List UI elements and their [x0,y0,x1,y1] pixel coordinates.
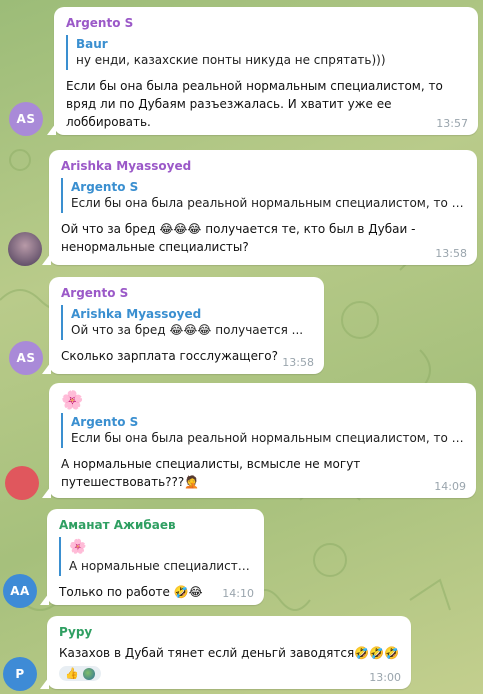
message-time: 13:58 [435,247,467,260]
message-text: Сколько зарплата госслужащего? [61,349,278,363]
reactor-avatar [82,667,95,680]
avatar-initials: AA [10,584,30,598]
message-sender[interactable]: Arishka Myassoyed [61,158,465,174]
avatar[interactable]: AA [3,574,37,608]
reply-sender: Argento S [71,180,139,194]
message-text: Если бы она была реальной нормальным спе… [66,79,443,129]
message-bubble[interactable]: Argento S Arishka Myassoyed Ой что за бр… [42,277,324,374]
avatar[interactable]: AS [9,102,43,136]
reply-sender: Baur [76,37,108,51]
message-bubble[interactable]: Аманат Ажибаев 🌸 А нормальные специалист… [40,509,264,605]
reply-quote[interactable]: Baur ну енди, казахские понты никуда не … [66,35,466,70]
message-text: Ой что за бред 😂😂😂 получается те, кто бы… [61,222,416,254]
message-sender[interactable]: 🌸 [61,391,464,411]
avatar-initials: P [15,667,25,681]
message-time: 13:00 [369,671,401,684]
message-text: А нормальные специалисты, всмысле не мог… [61,457,361,489]
avatar-initials: AS [16,112,36,126]
message-text: Казахов в Дубай тянет еслй деньгй заводя… [59,646,399,660]
message-time: 13:57 [436,117,468,130]
message-sender[interactable]: Аманат Ажибаев [59,517,252,533]
reaction-pill[interactable]: 👍 [59,666,101,681]
reply-text: А нормальные специалисты... [69,559,252,573]
message-time: 13:58 [282,356,314,369]
reply-text: Если бы она была реальной нормальным спе… [71,431,464,445]
reply-quote[interactable]: Argento S Если бы она была реальной норм… [61,413,464,448]
avatar[interactable]: AS [9,341,43,375]
thumbs-up-icon: 👍 [65,667,79,680]
avatar[interactable]: P [3,657,37,691]
message-bubble[interactable]: Argento S Baur ну енди, казахские понты … [47,7,478,135]
avatar[interactable] [8,232,42,266]
reply-sender: Arishka Myassoyed [71,307,202,321]
reply-quote[interactable]: Argento S Если бы она была реальной норм… [61,178,465,213]
message-bubble[interactable]: Arishka Myassoyed Argento S Если бы она … [42,150,477,265]
reply-quote[interactable]: Arishka Myassoyed Ой что за бред 😂😂😂 пол… [61,305,312,340]
reply-sender: Argento S [71,415,139,429]
message-time: 14:10 [222,587,254,600]
reply-text: ну енди, казахские понты никуда не спрят… [76,53,386,67]
message-bubble[interactable]: Pypy Казахов в Дубай тянет еслй деньгй з… [40,616,411,689]
reply-sender: 🌸 [69,539,87,555]
message-sender[interactable]: Argento S [61,285,312,301]
message-sender[interactable]: Pypy [59,624,399,640]
reply-text: Ой что за бред 😂😂😂 получается ... [71,323,304,337]
avatar[interactable] [5,466,39,500]
avatar-initials: AS [16,351,36,365]
message-sender[interactable]: Argento S [66,15,466,31]
message-bubble[interactable]: 🌸 Argento S Если бы она была реальной но… [42,383,476,498]
message-time: 14:09 [434,480,466,493]
reply-quote[interactable]: 🌸 А нормальные специалисты... [59,537,252,576]
reply-text: Если бы она была реальной нормальным спе… [71,196,465,210]
